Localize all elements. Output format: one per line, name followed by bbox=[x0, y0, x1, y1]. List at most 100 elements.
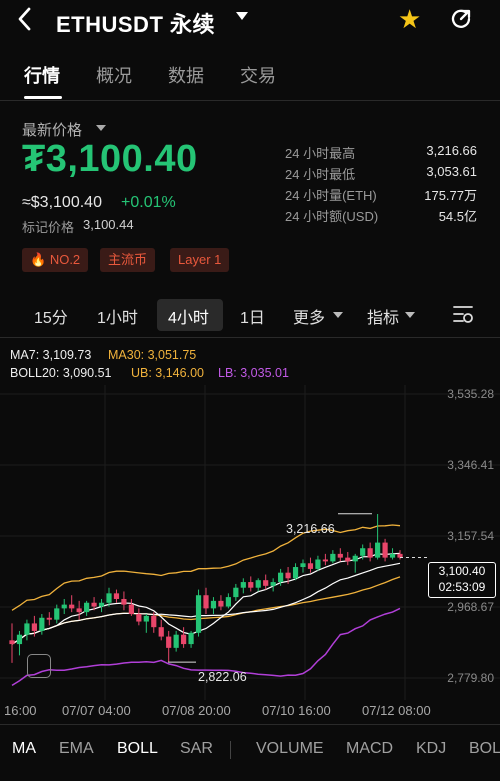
x-axis-date: 07/12 08:00 bbox=[362, 703, 431, 718]
indicator-boll[interactable]: BOLL bbox=[117, 740, 158, 758]
candle-body bbox=[151, 615, 157, 628]
ma30-legend: MA30: 3,051.75 bbox=[108, 348, 197, 362]
candle-body bbox=[315, 559, 321, 569]
axis-label: 3,535.28 bbox=[447, 387, 494, 401]
indicator-boll-sub[interactable]: BOLL bbox=[469, 740, 500, 758]
mark-price-label: 标记价格 bbox=[22, 220, 75, 235]
price-change: +0.01% bbox=[121, 194, 176, 211]
candle-body bbox=[270, 582, 276, 586]
timeframe-more[interactable]: 更多 bbox=[293, 304, 325, 328]
last-price: ₮3,100.40 bbox=[22, 138, 198, 180]
timeframe-15m[interactable]: 15分 bbox=[34, 304, 68, 328]
candle-body bbox=[203, 595, 209, 609]
stat-volume-label: 24 小时量(ETH) bbox=[285, 188, 377, 203]
tab-trade[interactable]: 交易 bbox=[240, 62, 276, 88]
candle-body bbox=[69, 604, 75, 609]
candle-body bbox=[292, 567, 299, 579]
mark-price-value: 3,100.44 bbox=[83, 217, 134, 232]
x-axis-date: 07/10 16:00 bbox=[262, 703, 331, 718]
stat-low-label: 24 小时最低 bbox=[285, 167, 356, 182]
candle-body bbox=[375, 542, 381, 558]
candle-body bbox=[61, 604, 67, 609]
candle-body bbox=[263, 580, 269, 586]
axis-label: 2,968.67 bbox=[447, 600, 494, 614]
divider bbox=[0, 337, 500, 338]
candle-body bbox=[345, 557, 351, 562]
candle-body bbox=[337, 553, 343, 558]
axis-label: 3,346.41 bbox=[447, 458, 494, 472]
latest-price-label[interactable]: 最新价格 bbox=[22, 119, 82, 140]
candle-body bbox=[278, 572, 284, 583]
rank-badge[interactable]: 🔥 NO.2 bbox=[22, 248, 89, 272]
candle-body bbox=[98, 602, 105, 607]
divider bbox=[230, 741, 231, 759]
tab-data[interactable]: 数据 bbox=[168, 62, 204, 88]
chart-overlay-icon[interactable] bbox=[27, 654, 51, 678]
indicator-ma[interactable]: MA bbox=[12, 740, 36, 758]
chevron-down-icon[interactable] bbox=[236, 12, 248, 20]
candle-body bbox=[330, 553, 336, 562]
stat-low-value: 3,053.61 bbox=[426, 164, 477, 179]
timeframe-1h[interactable]: 1小时 bbox=[97, 304, 138, 328]
high-annotation: 3,216.66 bbox=[286, 522, 335, 536]
indicator-macd[interactable]: MACD bbox=[346, 740, 393, 758]
last-price-tag: 3,100.40 02:53:09 bbox=[428, 562, 496, 598]
candle-body bbox=[210, 600, 217, 609]
tab-market[interactable]: 行情 bbox=[24, 62, 60, 88]
candle-body bbox=[84, 602, 90, 613]
candle-body bbox=[307, 563, 314, 569]
chevron-down-icon[interactable] bbox=[96, 125, 106, 131]
candle-body bbox=[248, 582, 254, 588]
indicator-kdj[interactable]: KDJ bbox=[416, 740, 446, 758]
ub-legend: UB: 3,146.00 bbox=[131, 366, 204, 380]
candle-body bbox=[389, 553, 396, 558]
candle-countdown: 02:53:09 bbox=[438, 580, 486, 594]
star-icon[interactable]: ★ bbox=[398, 4, 421, 35]
active-tab-indicator bbox=[24, 96, 62, 99]
candle-body bbox=[46, 617, 52, 620]
divider bbox=[0, 724, 500, 725]
candle-body bbox=[360, 548, 366, 556]
candle-body bbox=[367, 548, 373, 558]
axis-label: 2,779.80 bbox=[447, 671, 494, 685]
stat-high-label: 24 小时最高 bbox=[285, 146, 356, 161]
chevron-down-icon[interactable] bbox=[405, 312, 415, 318]
chart-settings-icon[interactable] bbox=[452, 304, 474, 329]
candle-body bbox=[322, 559, 328, 562]
stat-high-value: 3,216.66 bbox=[426, 143, 477, 158]
candle-body bbox=[352, 555, 358, 562]
indicator-ema[interactable]: EMA bbox=[59, 740, 94, 758]
indicator-volume[interactable]: VOLUME bbox=[256, 740, 324, 758]
tab-overview[interactable]: 概况 bbox=[96, 62, 132, 88]
axis-label: 3,157.54 bbox=[447, 529, 494, 543]
refresh-share-icon[interactable] bbox=[448, 6, 474, 32]
divider bbox=[0, 100, 500, 101]
indicator-menu[interactable]: 指标 bbox=[367, 304, 399, 328]
flame-icon: 🔥 bbox=[30, 252, 47, 267]
candle-body bbox=[39, 617, 45, 631]
last-price-tag-price: 3,100.40 bbox=[438, 564, 486, 578]
candle-body bbox=[128, 604, 134, 615]
indicator-sar[interactable]: SAR bbox=[180, 740, 213, 758]
candle-body bbox=[16, 634, 23, 645]
candle-body bbox=[136, 614, 142, 622]
candle-body bbox=[113, 593, 120, 599]
lb-legend: LB: 3,035.01 bbox=[218, 366, 289, 380]
candle-body bbox=[54, 608, 60, 620]
candle-body bbox=[121, 598, 127, 605]
back-icon[interactable] bbox=[16, 6, 34, 39]
category-badge[interactable]: 主流币 bbox=[100, 248, 156, 272]
stat-turnover-value: 54.5亿 bbox=[438, 209, 477, 224]
boll-legend: BOLL20: 3,090.51 bbox=[10, 366, 112, 380]
candle-body bbox=[255, 580, 261, 588]
page-title[interactable]: ETHUSDT 永续 bbox=[56, 7, 215, 39]
timeframe-4h[interactable]: 4小时 bbox=[168, 304, 209, 328]
candle-body bbox=[106, 593, 112, 603]
candle-body bbox=[31, 623, 37, 631]
layer-badge[interactable]: Layer 1 bbox=[170, 248, 230, 272]
candle-body bbox=[9, 640, 15, 645]
timeframe-1d[interactable]: 1日 bbox=[240, 304, 265, 328]
candle-body bbox=[195, 595, 202, 633]
chevron-down-icon[interactable] bbox=[333, 312, 343, 318]
candle-body bbox=[382, 542, 388, 558]
